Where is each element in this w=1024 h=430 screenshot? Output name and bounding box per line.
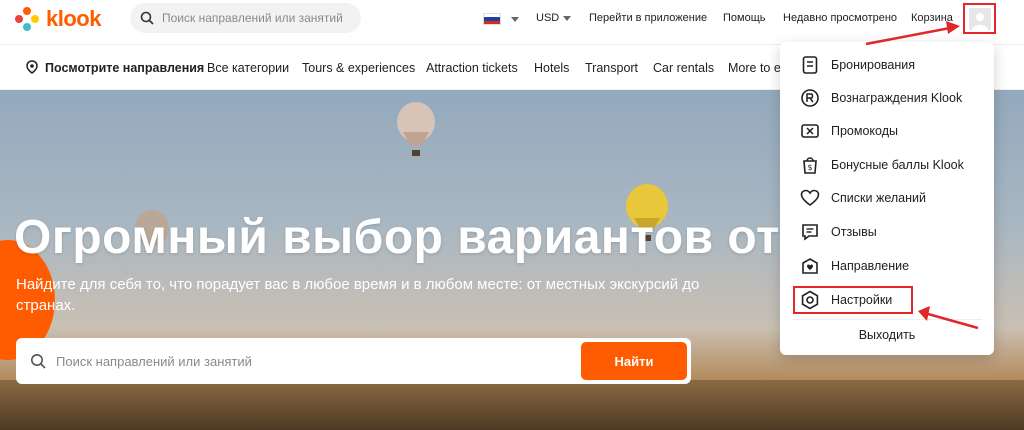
currency-selector[interactable]: USD [536,12,572,24]
settings-highlight-box [793,286,913,314]
header-search-input[interactable]: Поиск направлений или занятий [130,3,361,33]
help-link[interactable]: Помощь [723,12,766,24]
ground-decor [0,380,1024,430]
search-placeholder: Поиск направлений или занятий [56,353,252,369]
location-pin-icon [26,60,38,74]
brand-name: klook [46,6,101,31]
menu-item-label: Вознаграждения Klook [831,90,963,105]
search-button[interactable]: Найти [581,342,687,380]
nav-all-categories[interactable]: Все категории [207,61,289,75]
hero-subtitle-line: Найдите для себя то, что порадует вас в … [16,276,700,293]
menu-item-label: Бронирования [831,57,916,72]
promo-icon [801,123,819,138]
menu-item-label: Списки желаний [831,190,926,205]
reviews-icon [802,223,818,241]
nav-destinations[interactable]: Посмотрите направления [45,61,204,75]
search-icon [31,354,46,369]
menu-item-reviews[interactable]: Отзывы [780,215,994,248]
menu-item-bookings[interactable]: Бронирования [780,48,994,81]
menu-item-label: Промокоды [831,123,898,138]
recently-viewed-link[interactable]: Недавно просмотрено [783,12,897,24]
account-avatar-button[interactable] [963,3,996,34]
menu-item-wishlist[interactable]: Списки желаний [780,181,994,214]
nav-tours[interactable]: Tours & experiences [302,61,415,75]
nav-hotels[interactable]: Hotels [534,61,569,75]
nav-car-rentals[interactable]: Car rentals [653,61,714,75]
menu-item-credits[interactable]: $ Бонусные баллы Klook [780,148,994,181]
language-flag-icon[interactable] [483,13,501,25]
hero-subtitle-line: странах. [16,297,76,314]
menu-item-destination[interactable]: Направление [780,249,994,282]
user-icon [971,12,988,30]
menu-item-label: Направление [831,258,910,273]
cart-link[interactable]: Корзина [911,12,953,24]
top-header: klook Поиск направлений или занятий USD … [0,0,1024,44]
search-icon [140,11,154,25]
menu-item-rewards[interactable]: Вознаграждения Klook [780,81,994,114]
menu-divider [792,319,982,320]
bookings-icon [802,55,818,74]
nav-attraction-tickets[interactable]: Attraction tickets [426,61,518,75]
open-app-link[interactable]: Перейти в приложение [589,12,707,24]
menu-item-label: Бонусные баллы Klook [831,157,964,172]
balloon-image [397,102,435,156]
chevron-down-icon [511,17,519,22]
nav-more[interactable]: More to e [728,61,781,75]
menu-item-promo-codes[interactable]: Промокоды [780,114,994,147]
klook-logo[interactable]: klook [14,6,101,32]
svg-text:$: $ [807,163,812,172]
logout-button[interactable]: Выходить [780,328,994,342]
chevron-down-icon [563,15,572,21]
rewards-icon [801,88,819,107]
heart-icon [800,189,820,206]
search-placeholder: Поиск направлений или занятий [162,11,343,25]
hero-title: Огромный выбор вариантов от [14,211,781,264]
klook-logo-icon [15,7,39,31]
menu-item-label: Отзывы [831,224,877,239]
nav-transport[interactable]: Transport [585,61,638,75]
destination-icon [802,257,818,274]
credits-icon: $ [803,156,817,174]
avatar [968,7,991,30]
hero-subtitle: Найдите для себя то, что порадует вас в … [16,274,796,316]
